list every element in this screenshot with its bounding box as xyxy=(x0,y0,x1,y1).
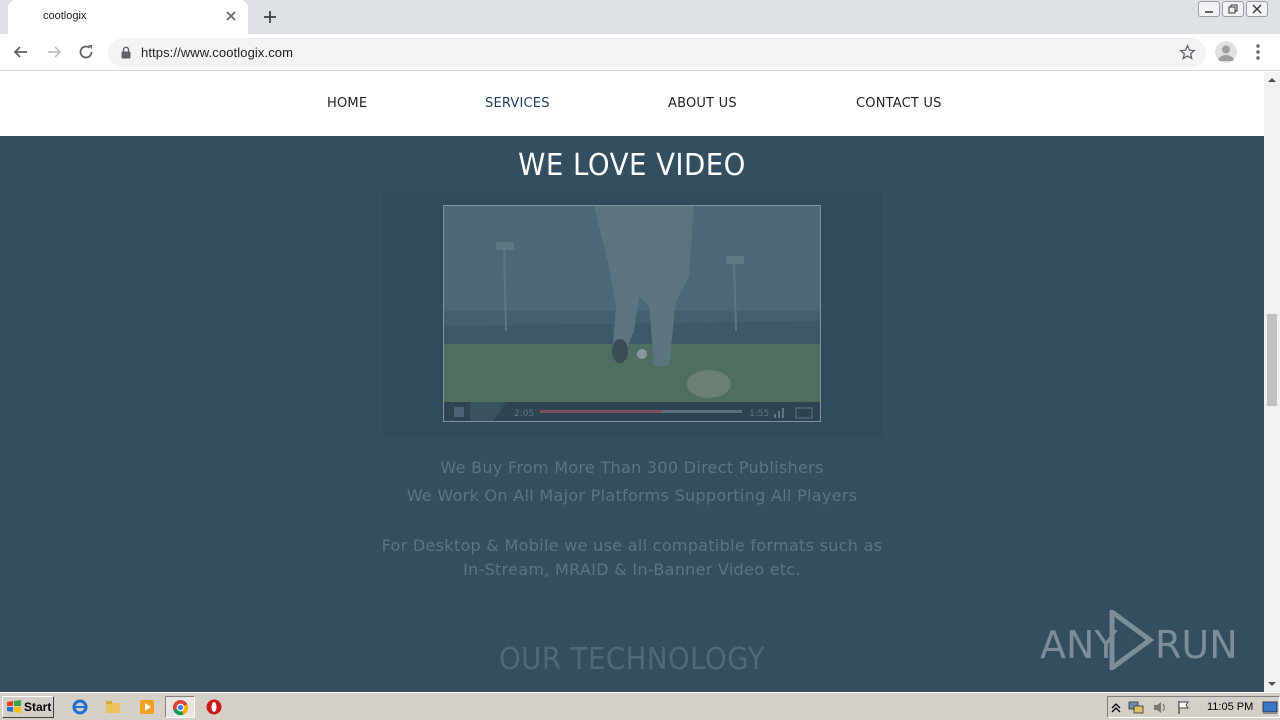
address-bar[interactable]: https://www.cootlogix.com xyxy=(108,38,1206,67)
video-time-remaining: 1:55 xyxy=(749,409,769,419)
headline: WE LOVE VIDEO xyxy=(518,148,746,183)
copy-line-4: In-Stream, MRAID & In-Banner Video etc. xyxy=(463,560,801,579)
copy-line-2: We Work On All Major Platforms Supportin… xyxy=(406,486,858,505)
bookmark-star-icon[interactable] xyxy=(1179,44,1196,61)
page-scrollbar[interactable] xyxy=(1264,72,1280,692)
anyrun-watermark: ANY RUN xyxy=(1040,610,1238,670)
copy-line-1: We Buy From More Than 300 Direct Publish… xyxy=(440,458,824,477)
chrome-taskbar-button[interactable] xyxy=(165,696,195,718)
window-close-icon[interactable] xyxy=(1246,1,1268,17)
system-tray xyxy=(1107,696,1280,718)
browser-toolbar: https://www.cootlogix.com xyxy=(0,34,1280,71)
reload-icon[interactable] xyxy=(76,42,96,62)
profile-avatar-icon[interactable] xyxy=(1215,41,1237,63)
opera-icon[interactable] xyxy=(205,698,223,716)
more-menu-icon[interactable] xyxy=(1250,42,1266,62)
media-player-icon[interactable] xyxy=(138,698,156,716)
new-tab-icon[interactable] xyxy=(260,7,280,27)
network-icon[interactable] xyxy=(1128,700,1144,715)
video-player[interactable]: 2:05 1:55 xyxy=(443,205,821,422)
window-controls xyxy=(1198,1,1268,17)
minimize-icon[interactable] xyxy=(1198,1,1220,17)
show-desktop-icon[interactable] xyxy=(1262,700,1278,715)
windows-logo-icon xyxy=(7,700,21,713)
scroll-thumb[interactable] xyxy=(1267,314,1277,406)
site-nav: HOME SERVICES ABOUT US CONTACT US xyxy=(0,72,1264,136)
start-button[interactable]: Start xyxy=(2,696,54,718)
video-time-elapsed: 2:05 xyxy=(514,409,534,419)
action-center-flag-icon[interactable] xyxy=(1176,700,1192,715)
back-arrow-icon[interactable] xyxy=(11,42,31,62)
nav-home[interactable]: HOME xyxy=(327,96,367,111)
tab-title: cootlogix xyxy=(43,10,87,22)
file-explorer-icon[interactable] xyxy=(104,698,122,716)
start-label: Start xyxy=(24,700,52,714)
section-title: OUR TECHNOLOGY xyxy=(498,642,765,677)
play-logo-icon xyxy=(1109,610,1155,670)
page-viewport: HOME SERVICES ABOUT US CONTACT US WE LOV… xyxy=(0,72,1264,692)
tray-expand-icon[interactable] xyxy=(1111,701,1121,713)
forward-arrow-icon[interactable] xyxy=(44,42,64,62)
scroll-up-icon[interactable] xyxy=(1268,76,1276,84)
browser-tabstrip: cootlogix xyxy=(0,0,1280,34)
copy-line-3: For Desktop & Mobile we use all compatib… xyxy=(381,536,883,555)
restore-icon[interactable] xyxy=(1222,1,1244,17)
url-text: https://www.cootlogix.com xyxy=(141,45,294,60)
video-progress-fill xyxy=(540,410,662,413)
taskbar-clock: 11:05 PM xyxy=(1207,701,1254,713)
nav-contact-us[interactable]: CONTACT US xyxy=(856,96,942,111)
speaker-icon[interactable] xyxy=(1152,700,1168,715)
browser-tab[interactable]: cootlogix xyxy=(8,0,248,34)
internet-explorer-icon[interactable] xyxy=(71,698,89,716)
svg-text:RUN: RUN xyxy=(1155,623,1238,667)
scroll-down-icon[interactable] xyxy=(1268,680,1276,688)
close-icon[interactable] xyxy=(223,8,239,24)
taskbar: Start 11:05 PM xyxy=(0,692,1280,720)
chrome-icon xyxy=(172,699,189,716)
nav-services[interactable]: SERVICES xyxy=(485,96,550,111)
svg-text:ANY: ANY xyxy=(1040,623,1118,667)
nav-about-us[interactable]: ABOUT US xyxy=(668,96,737,111)
lock-icon xyxy=(121,46,131,59)
